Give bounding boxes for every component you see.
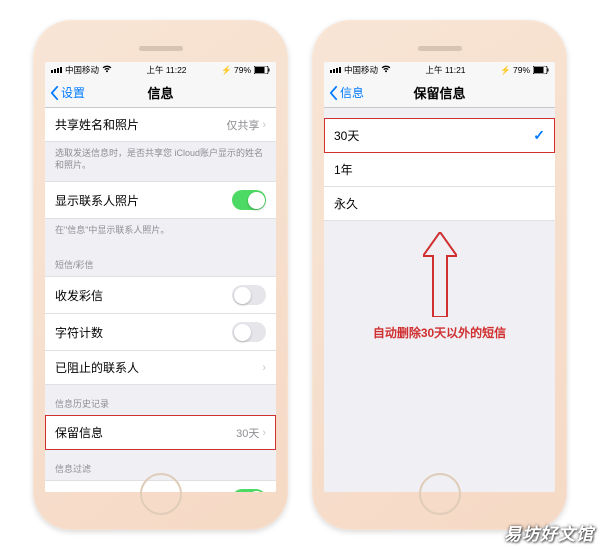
row-label: 已阻止的联系人 — [55, 359, 139, 376]
toggle-charcount[interactable] — [232, 322, 266, 342]
option-label: 30天 — [334, 127, 359, 144]
watermark: 易坊好文馆 — [504, 520, 594, 545]
checkmark-icon: ✓ — [533, 127, 545, 144]
carrier-label: 中国移动 — [65, 64, 99, 76]
screen-right: 中国移动 上午 11:21 ⚡ 79% 信息 保 — [324, 62, 555, 492]
back-button[interactable]: 信息 — [324, 84, 364, 101]
back-label: 设置 — [61, 84, 85, 101]
header-history: 信息历史记录 — [45, 385, 276, 415]
screen-left: 中国移动 上午 11:22 ⚡ 79% 设置 信 — [45, 62, 276, 492]
battery-icon — [254, 66, 270, 74]
row-label: 保留信息 — [55, 424, 103, 441]
signal-bars-icon — [330, 67, 341, 73]
footer-show-photo: 在"信息"中显示联系人照片。 — [45, 219, 276, 246]
status-bar: 中国移动 上午 11:22 ⚡ 79% — [45, 62, 276, 78]
header-sms: 短信/彩信 — [45, 246, 276, 276]
wifi-icon — [102, 65, 112, 75]
wifi-icon — [381, 65, 391, 75]
chevron-right-icon: › — [262, 362, 266, 374]
battery-percent: ⚡ 79% — [500, 65, 530, 76]
row-show-contact-photo[interactable]: 显示联系人照片 — [45, 181, 276, 219]
back-label: 信息 — [340, 84, 364, 101]
row-blocked[interactable]: 已阻止的联系人 › — [45, 351, 276, 385]
row-label: 字符计数 — [55, 324, 103, 341]
options-list[interactable]: 30天 ✓ 1年 永久 — [324, 108, 555, 492]
chevron-right-icon: › — [262, 427, 266, 439]
battery-percent: ⚡ 79% — [221, 65, 251, 76]
status-time: 上午 11:21 — [426, 64, 466, 76]
nav-bar: 信息 保留信息 — [324, 78, 555, 108]
settings-list[interactable]: 共享姓名和照片 仅共享› 选取发送信息时，是否共享您 iCloud账户显示的姓名… — [45, 108, 276, 492]
chevron-right-icon: › — [262, 119, 266, 131]
toggle-filter-unknown[interactable] — [232, 489, 266, 492]
row-share-name-photo[interactable]: 共享姓名和照片 仅共享› — [45, 108, 276, 142]
option-30-days[interactable]: 30天 ✓ — [324, 118, 555, 153]
option-1-year[interactable]: 1年 — [324, 153, 555, 187]
row-keep-messages[interactable]: 保留信息 30天› — [45, 415, 276, 450]
row-label: 收发彩信 — [55, 287, 103, 304]
option-label: 1年 — [334, 161, 353, 178]
row-label: 过滤未知发件人 — [55, 491, 139, 492]
toggle-mms[interactable] — [232, 285, 266, 305]
status-bar: 中国移动 上午 11:21 ⚡ 79% — [324, 62, 555, 78]
chevron-left-icon — [49, 86, 60, 100]
phone-left: 中国移动 上午 11:22 ⚡ 79% 设置 信 — [33, 20, 288, 530]
option-label: 永久 — [334, 195, 358, 212]
nav-bar: 设置 信息 — [45, 78, 276, 108]
status-time: 上午 11:22 — [147, 64, 187, 76]
row-label: 共享姓名和照片 — [55, 116, 139, 133]
phone-right: 中国移动 上午 11:21 ⚡ 79% 信息 保 — [312, 20, 567, 530]
row-label: 显示联系人照片 — [55, 192, 139, 209]
header-filter: 信息过滤 — [45, 450, 276, 480]
chevron-left-icon — [328, 86, 339, 100]
toggle-show-photo[interactable] — [232, 190, 266, 210]
row-char-count[interactable]: 字符计数 — [45, 314, 276, 351]
carrier-label: 中国移动 — [344, 64, 378, 76]
row-filter-unknown[interactable]: 过滤未知发件人 — [45, 480, 276, 492]
option-forever[interactable]: 永久 — [324, 187, 555, 221]
back-button[interactable]: 设置 — [45, 84, 85, 101]
signal-bars-icon — [51, 67, 62, 73]
footer-share: 选取发送信息时，是否共享您 iCloud账户显示的姓名和照片。 — [45, 142, 276, 181]
row-mms[interactable]: 收发彩信 — [45, 276, 276, 314]
battery-icon — [533, 66, 549, 74]
